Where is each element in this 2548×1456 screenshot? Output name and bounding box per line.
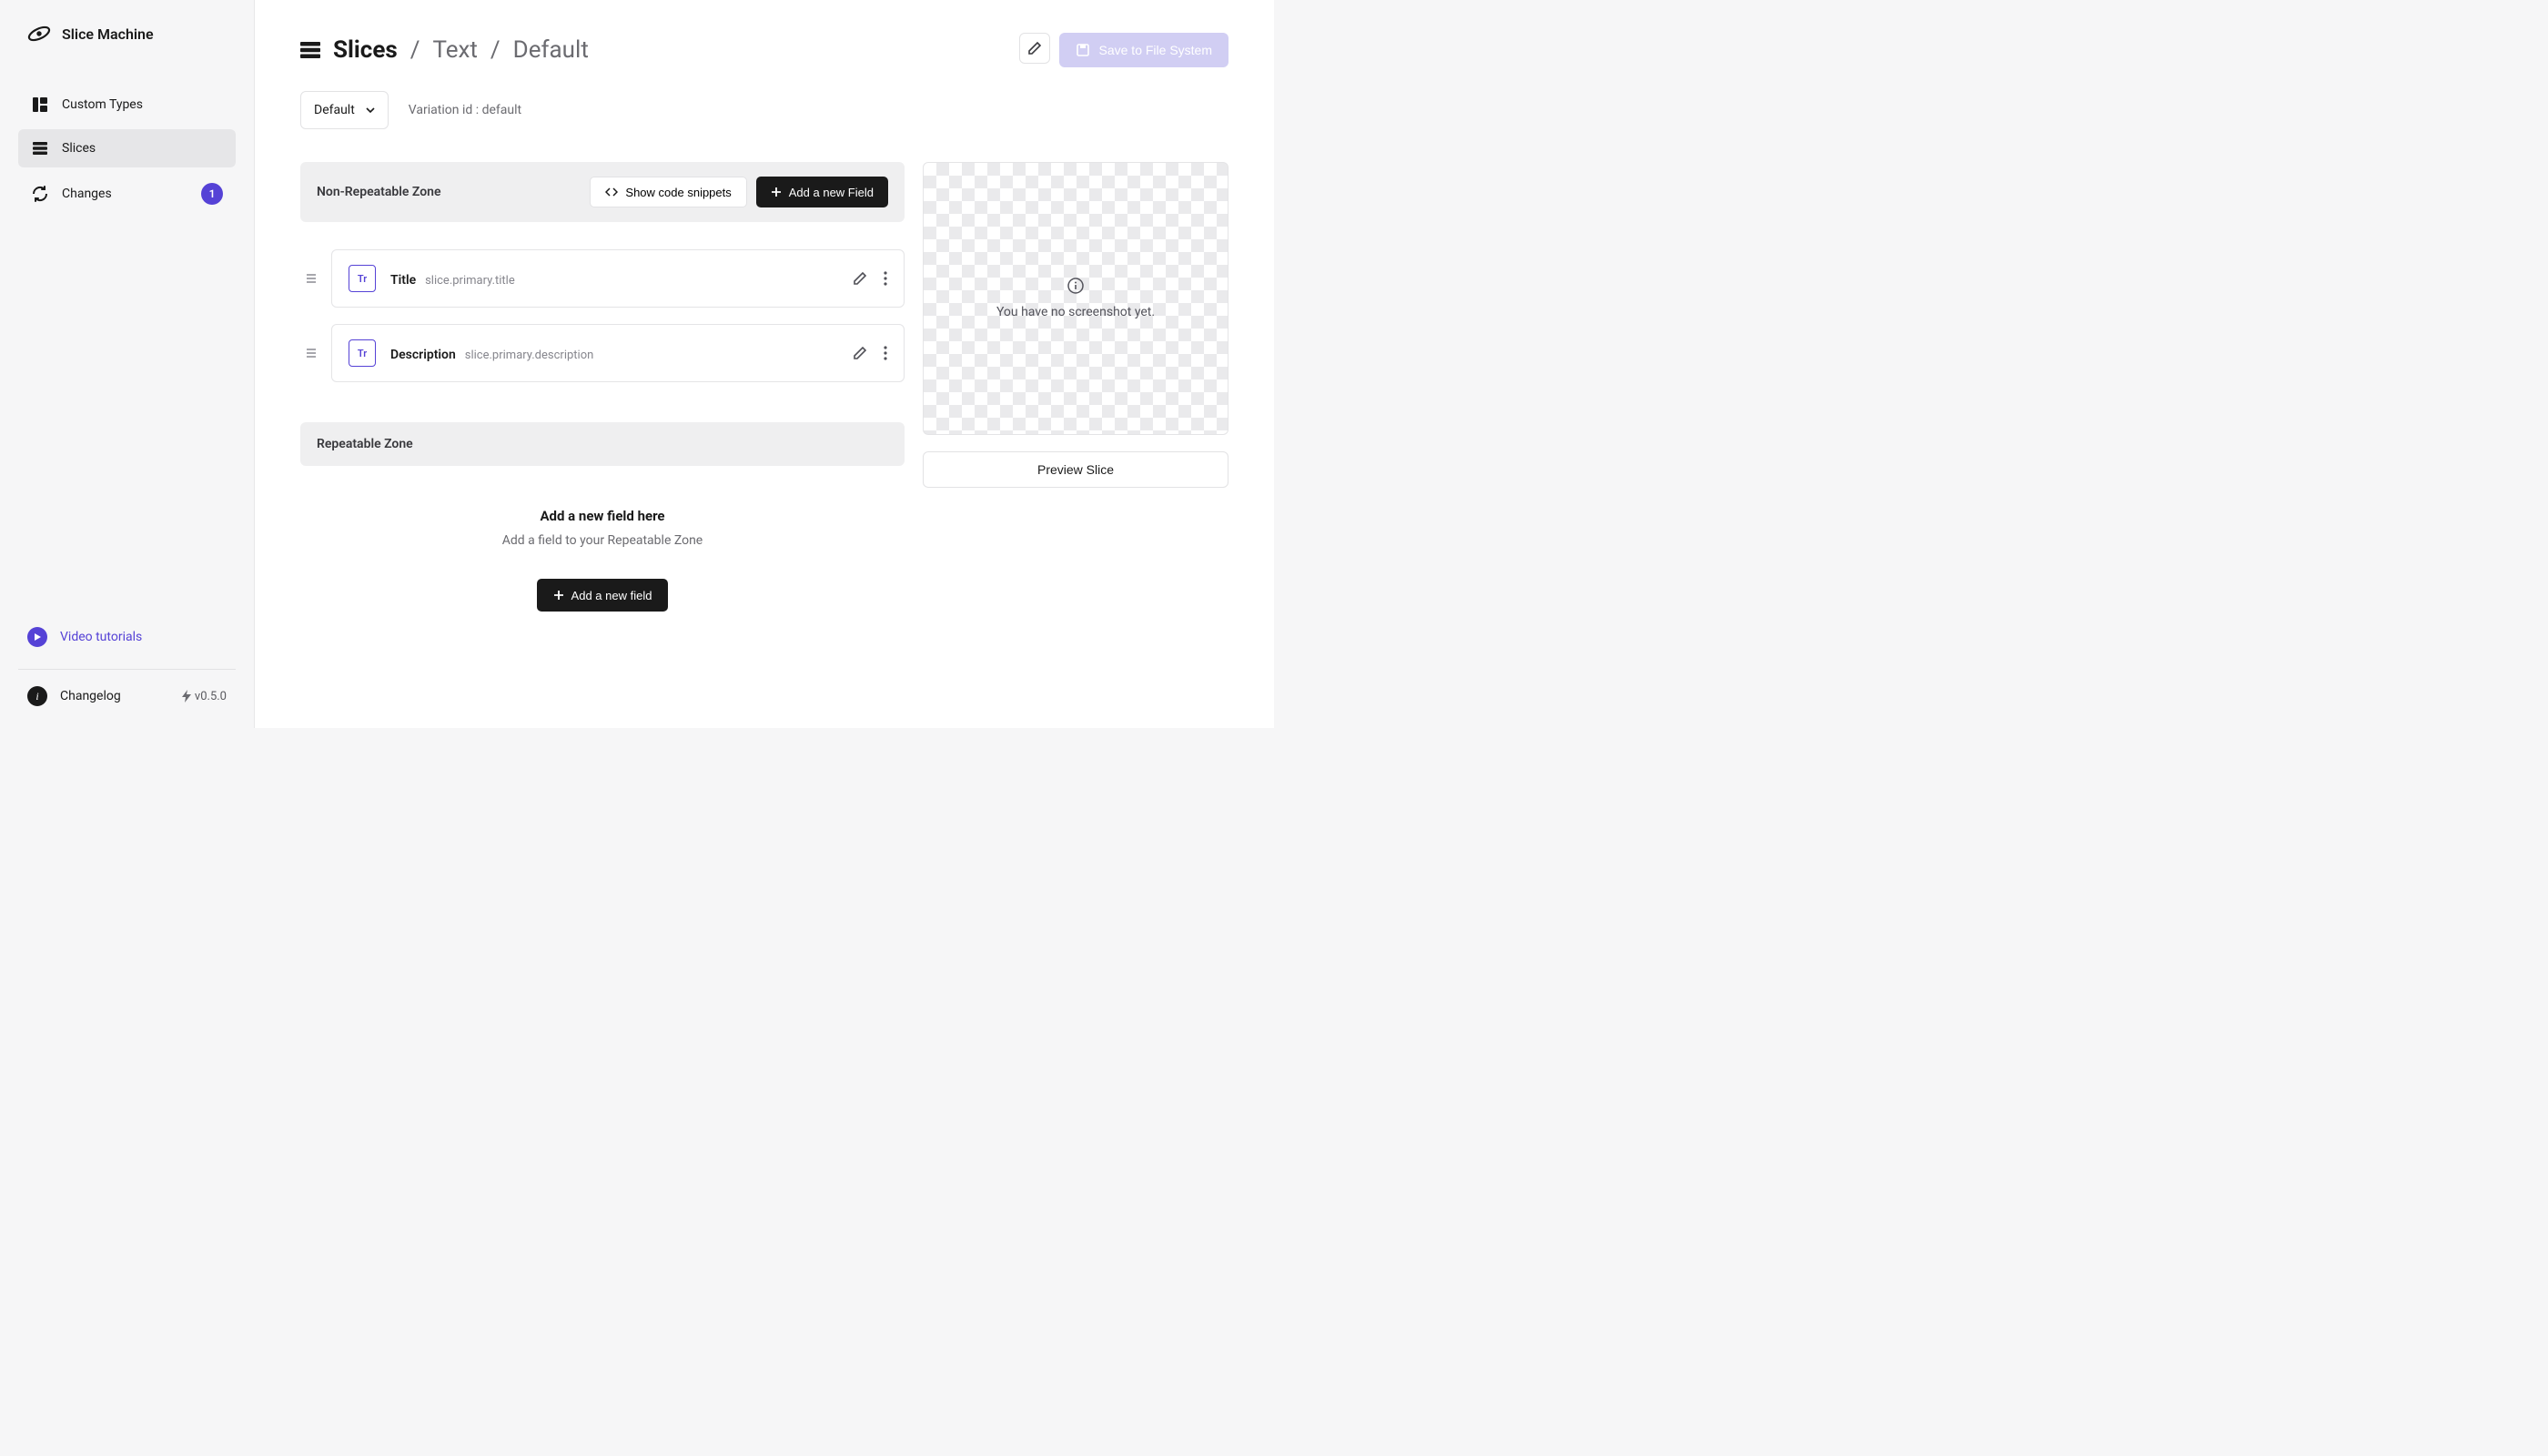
richtext-icon: Tr <box>349 339 376 367</box>
show-snippets-button[interactable]: Show code snippets <box>590 177 746 207</box>
bolt-icon <box>182 690 191 703</box>
dashboard-icon <box>31 96 49 114</box>
add-field-button[interactable]: Add a new Field <box>756 177 888 207</box>
sidebar-item-slices[interactable]: Slices <box>18 129 236 167</box>
drag-handle-icon[interactable] <box>300 347 322 359</box>
add-repeatable-field-button[interactable]: Add a new field <box>537 579 669 612</box>
brand-name: Slice Machine <box>62 25 154 43</box>
field-path: slice.primary.title <box>425 274 515 288</box>
breadcrumb-sep: / <box>410 36 420 64</box>
save-button[interactable]: Save to File System <box>1059 33 1229 67</box>
dots-vertical-icon <box>884 271 887 286</box>
info-circle-icon <box>1067 278 1084 294</box>
zone-title: Non-Repeatable Zone <box>317 185 441 199</box>
sync-icon <box>31 185 49 203</box>
preview-slice-button[interactable]: Preview Slice <box>923 451 1228 488</box>
sidebar-item-label: Changes <box>62 187 112 201</box>
pencil-icon <box>1027 41 1042 56</box>
variation-row: Default Variation id : default <box>300 91 1228 129</box>
field-menu-button[interactable] <box>884 346 887 360</box>
pencil-icon <box>853 346 867 360</box>
preview-column: You have no screenshot yet. Preview Slic… <box>923 162 1228 488</box>
sidebar-item-custom-types[interactable]: Custom Types <box>18 86 236 124</box>
zones-column: Non-Repeatable Zone Show code snippets A… <box>300 162 905 639</box>
drag-handle-icon[interactable] <box>300 272 322 285</box>
zone-title: Repeatable Zone <box>317 437 413 451</box>
changelog-label: Changelog <box>60 689 121 703</box>
sidebar-nav: Custom Types Slices Changes 1 <box>18 86 236 215</box>
brand: Slice Machine <box>18 22 236 46</box>
rename-button[interactable] <box>1019 33 1050 64</box>
dots-vertical-icon <box>884 346 887 360</box>
code-icon <box>605 186 618 198</box>
richtext-icon: Tr <box>349 265 376 292</box>
page-header: Slices / Text / Default Save to File Sys… <box>300 33 1228 67</box>
edit-field-button[interactable] <box>853 271 867 286</box>
add-field-label: Add a new Field <box>789 186 874 199</box>
screenshot-box: You have no screenshot yet. <box>923 162 1228 435</box>
play-icon <box>27 627 47 647</box>
content-grid: Non-Repeatable Zone Show code snippets A… <box>300 162 1228 639</box>
divider <box>18 669 236 670</box>
save-icon <box>1076 43 1090 57</box>
screenshot-empty-text: You have no screenshot yet. <box>996 305 1155 319</box>
empty-title: Add a new field here <box>300 508 905 524</box>
logo-icon <box>27 22 51 46</box>
sidebar-item-changes[interactable]: Changes 1 <box>18 173 236 215</box>
field-menu-button[interactable] <box>884 271 887 286</box>
field-card: Tr Description slice.primary.description <box>331 324 905 382</box>
field-row: Tr Description slice.primary.description <box>300 324 905 382</box>
slices-breadcrumb-icon <box>300 42 320 58</box>
breadcrumb-sep: / <box>490 36 500 64</box>
preview-label: Preview Slice <box>1037 462 1114 477</box>
chevron-down-icon <box>366 107 375 113</box>
plus-icon <box>553 590 564 601</box>
sidebar: Slice Machine Custom Types Slices Change… <box>0 0 255 728</box>
changelog-row[interactable]: i Changelog v0.5.0 <box>18 686 236 706</box>
snippets-label: Show code snippets <box>625 186 731 199</box>
field-row: Tr Title slice.primary.title <box>300 249 905 308</box>
breadcrumb: Slices / Text / Default <box>300 36 589 64</box>
repeatable-empty-state: Add a new field here Add a field to your… <box>300 466 905 639</box>
fields-list: Tr Title slice.primary.title <box>300 249 905 382</box>
edit-field-button[interactable] <box>853 346 867 360</box>
slices-icon <box>31 139 49 157</box>
plus-icon <box>771 187 782 197</box>
tutorials-label: Video tutorials <box>60 630 142 644</box>
variation-dropdown[interactable]: Default <box>300 91 389 129</box>
save-label: Save to File System <box>1099 43 1213 57</box>
field-card: Tr Title slice.primary.title <box>331 249 905 308</box>
field-name: Description <box>390 348 456 362</box>
zone-header-non-repeatable: Non-Repeatable Zone Show code snippets A… <box>300 162 905 222</box>
breadcrumb-root[interactable]: Slices <box>333 36 398 64</box>
zone-header-repeatable: Repeatable Zone <box>300 422 905 466</box>
info-icon: i <box>27 686 47 706</box>
version-chip: v0.5.0 <box>182 690 227 703</box>
video-tutorials-link[interactable]: Video tutorials <box>18 618 236 656</box>
field-name: Title <box>390 273 416 288</box>
breadcrumb-variation: Default <box>513 36 589 64</box>
variation-id-text: Variation id : default <box>409 103 521 117</box>
empty-sub: Add a field to your Repeatable Zone <box>300 533 905 548</box>
field-path: slice.primary.description <box>465 349 594 362</box>
sidebar-item-label: Slices <box>62 141 96 156</box>
changes-badge: 1 <box>201 183 223 205</box>
pencil-icon <box>853 271 867 286</box>
add-field-label: Add a new field <box>571 589 652 602</box>
sidebar-bottom: Video tutorials i Changelog v0.5.0 <box>18 618 236 706</box>
variation-selected: Default <box>314 103 355 117</box>
breadcrumb-model[interactable]: Text <box>432 36 477 64</box>
version-text: v0.5.0 <box>195 690 227 703</box>
sidebar-item-label: Custom Types <box>62 97 143 112</box>
main: Slices / Text / Default Save to File Sys… <box>255 0 1274 728</box>
